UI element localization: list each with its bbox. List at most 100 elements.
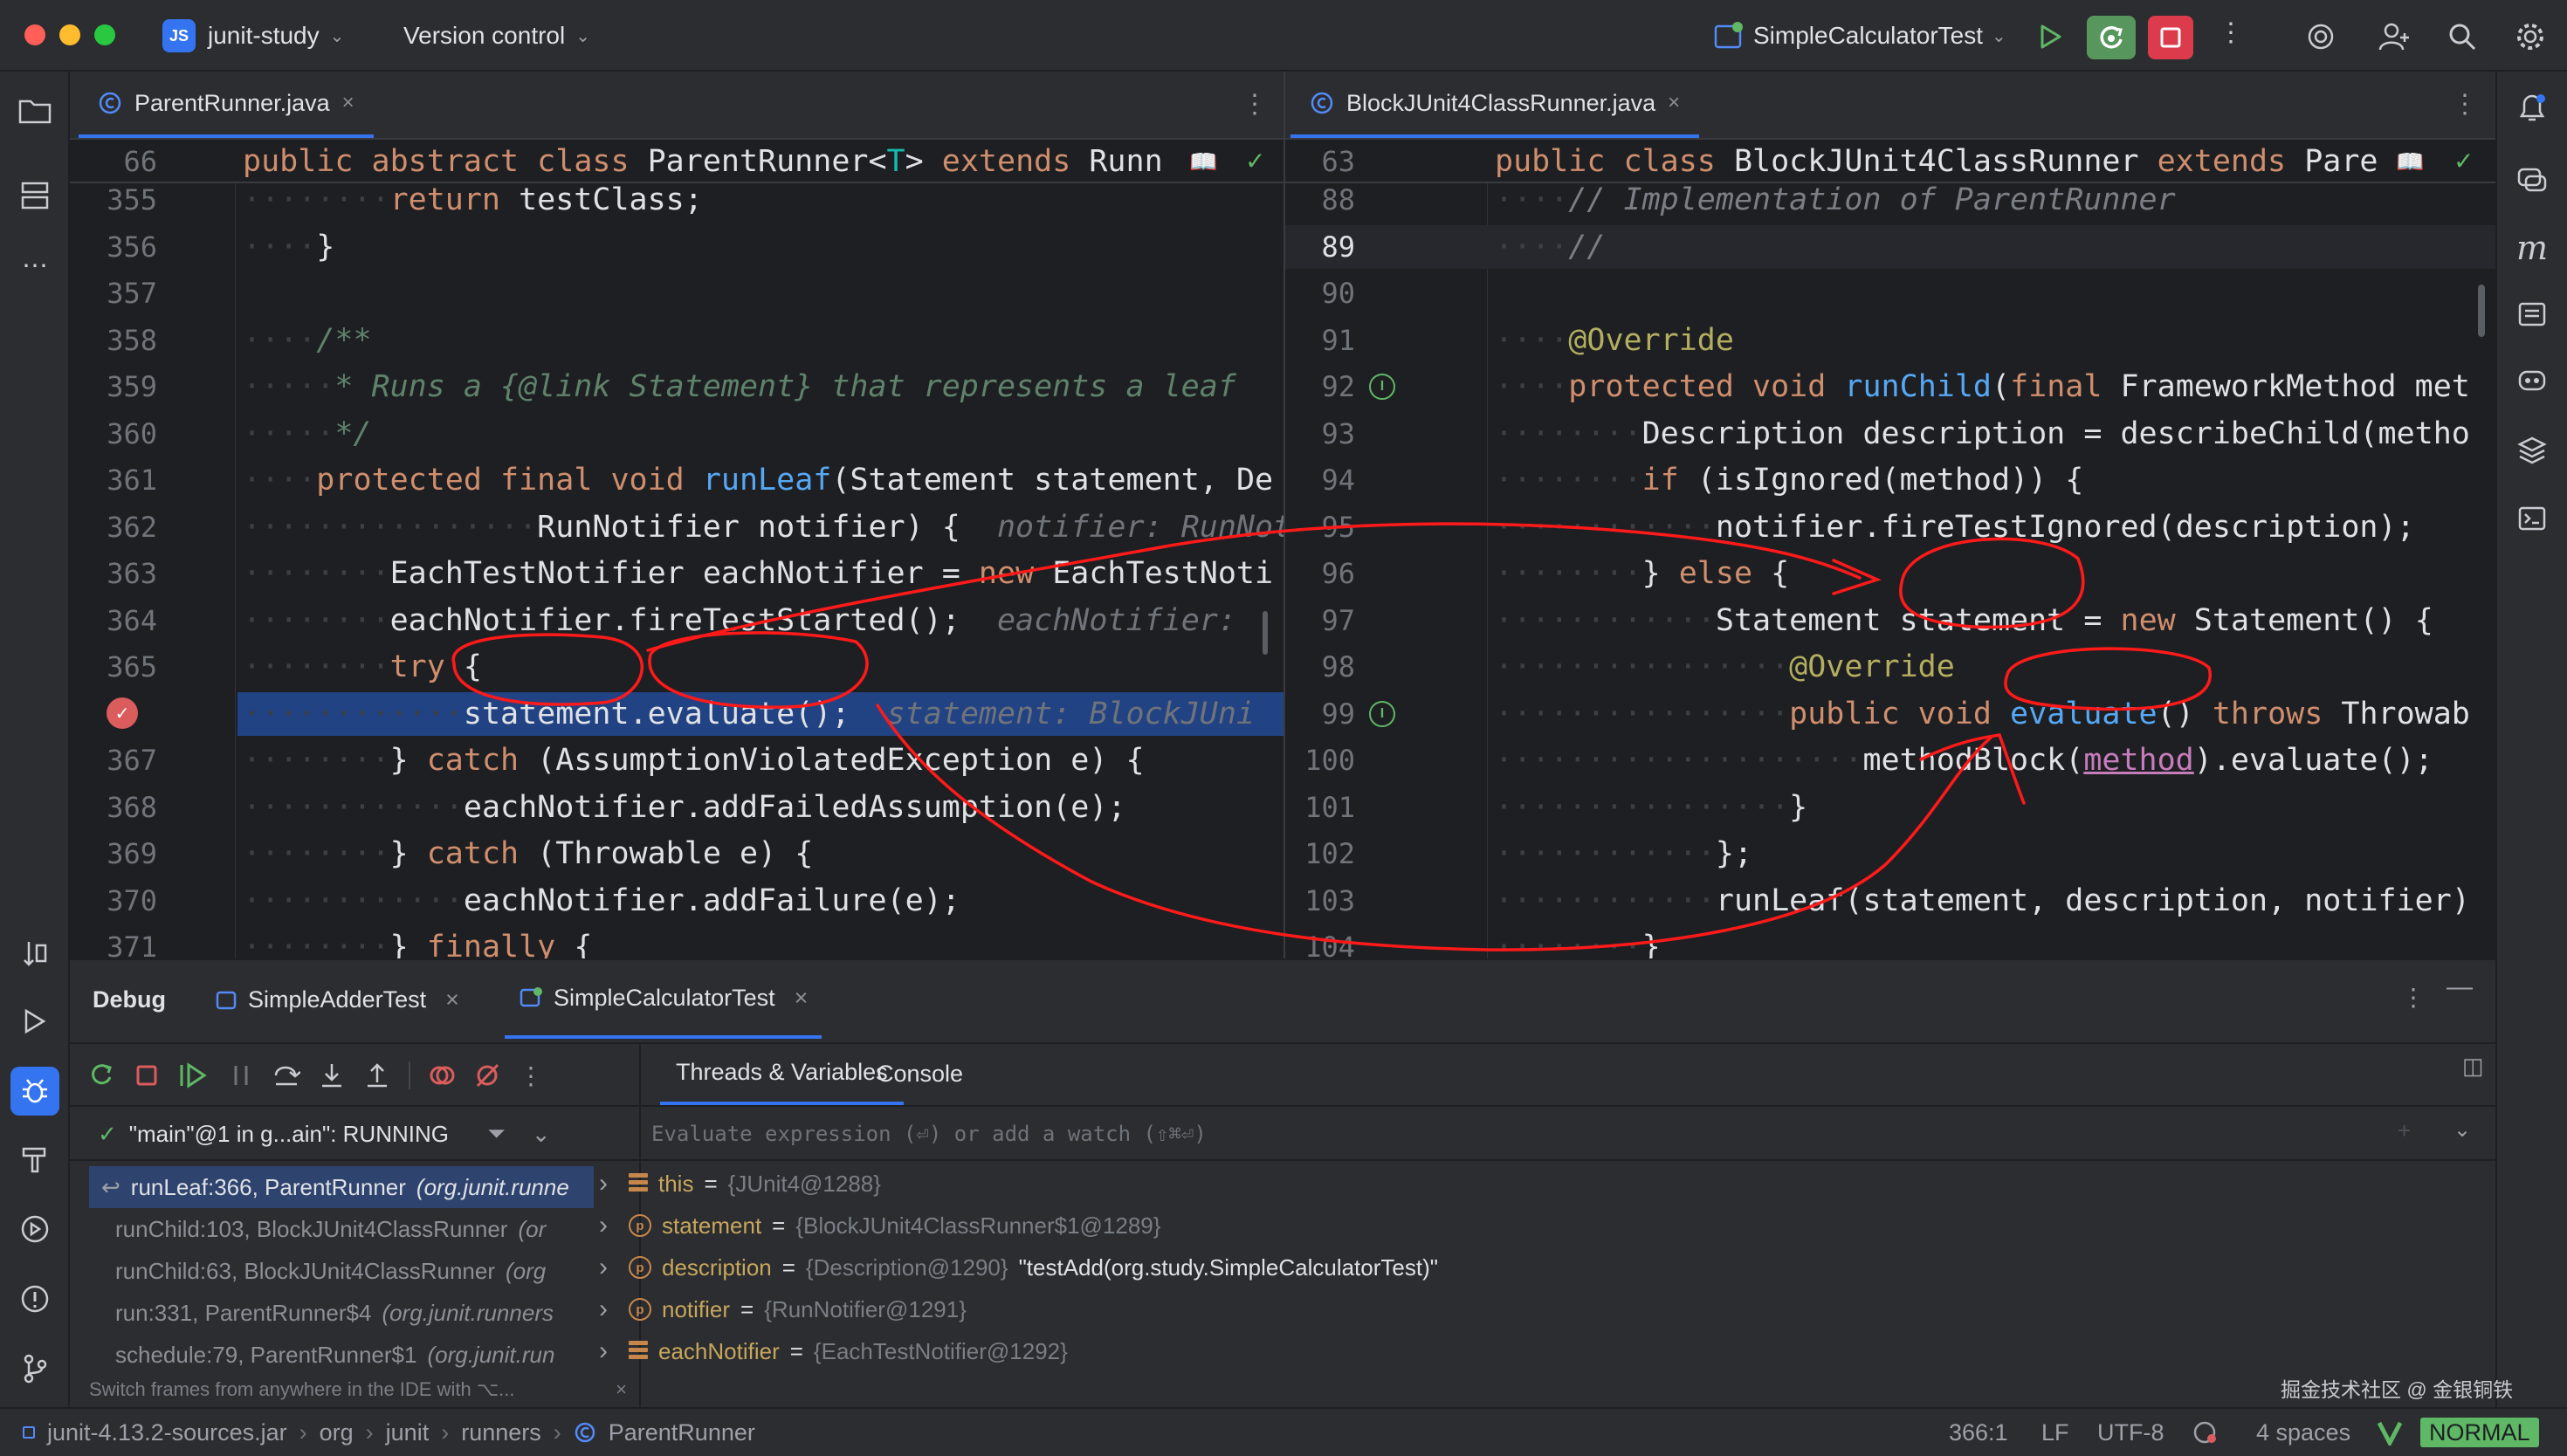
services-icon[interactable] (14, 1208, 56, 1250)
reader-mode-book-icon[interactable]: 📖 (1189, 148, 1217, 175)
step-over-icon[interactable] (272, 1061, 300, 1089)
stack-frame[interactable]: ↩ runLeaf:366, ParentRunner (org.junit.run… (89, 1166, 594, 1208)
stack-frame[interactable]: runChild:103, BlockJUnit4ClassRunner (or (89, 1208, 594, 1250)
implements-method-icon[interactable]: I (1369, 374, 1395, 400)
structure-icon[interactable] (14, 175, 56, 216)
database-list-icon[interactable] (2511, 293, 2553, 335)
evaluate-expression-input[interactable]: Evaluate expression (⏎) or add a watch (… (651, 1114, 2485, 1154)
close-tab-icon[interactable]: × (1668, 91, 1680, 115)
step-into-icon[interactable] (318, 1061, 346, 1089)
search-icon[interactable] (2445, 19, 2480, 54)
copilot-icon[interactable] (2511, 360, 2553, 402)
reader-mode-book-icon[interactable]: 📖 (2396, 148, 2424, 175)
chevron-down-icon[interactable]: ⌄ (532, 1121, 551, 1148)
build-hammer-icon[interactable] (14, 1138, 56, 1180)
terminal-icon[interactable] (2511, 498, 2553, 539)
breakpoint-icon[interactable]: ✓ (107, 697, 138, 729)
session-tab-simpleaddertest[interactable]: SimpleAdderTest × (215, 960, 459, 1039)
minimize-panel-icon[interactable]: — (2447, 972, 2473, 1002)
filter-icon[interactable]: ⏷ (487, 1120, 506, 1148)
git-sync-icon[interactable] (2192, 1409, 2218, 1456)
vcs-selector[interactable]: Version control ⌄ (403, 0, 590, 72)
ai-assistant-icon[interactable] (2303, 19, 2338, 54)
variable-row[interactable]: › eachNotifier = {EachTestNotifier@1292} (599, 1330, 1068, 1372)
vim-mode-badge[interactable]: NORMAL (2420, 1418, 2539, 1447)
scrollbar-thumb[interactable] (2478, 285, 2485, 337)
view-breakpoints-icon[interactable] (428, 1061, 456, 1089)
tab-parentrunner[interactable]: ParentRunner.java × (79, 72, 374, 138)
notifications-bell-icon[interactable] (2511, 87, 2553, 129)
project-folder-icon[interactable] (14, 89, 56, 131)
sticky-header[interactable]: 66 public abstract class ParentRunner< T >… (70, 140, 1284, 183)
mute-breakpoints-icon[interactable] (473, 1061, 501, 1089)
close-tab-icon[interactable]: × (445, 986, 459, 1013)
more-icon[interactable]: ⋮ (519, 1061, 543, 1090)
breadcrumb-item[interactable]: org (320, 1419, 354, 1446)
debug-bug-icon[interactable] (10, 1067, 59, 1116)
variable-row[interactable]: › this = {JUnit4@1288} (599, 1163, 881, 1205)
tab-console[interactable]: Console (861, 1042, 979, 1105)
breadcrumb-item[interactable]: junit (386, 1419, 430, 1446)
stop-icon[interactable] (133, 1061, 161, 1089)
minimize-window-button[interactable] (59, 24, 80, 45)
stack-frame[interactable]: runChild:63, BlockJUnit4ClassRunner (org (89, 1250, 594, 1292)
maximize-window-button[interactable] (94, 24, 115, 45)
layout-icon[interactable]: ◫ (2462, 1053, 2484, 1080)
commit-icon[interactable] (14, 932, 56, 974)
more-icon[interactable]: ⋮ (2401, 983, 2426, 1012)
project-selector[interactable]: junit-study ⌄ (208, 0, 344, 72)
implements-method-icon[interactable]: I (1369, 701, 1395, 727)
close-tab-icon[interactable]: × (342, 91, 354, 115)
expand-chevron-icon[interactable]: › (599, 1295, 618, 1324)
right-code-editor[interactable]: 88 ····// Implementation of ParentRunner 8… (1285, 140, 2495, 958)
run-icon[interactable] (2033, 19, 2068, 54)
thread-selector[interactable]: ✓ "main"@1 in g...ain": RUNNING ⏷ ⌄ (89, 1110, 639, 1157)
git-branch-icon[interactable] (14, 1348, 56, 1390)
stop-icon[interactable] (2148, 16, 2193, 59)
line-separator[interactable]: LF (2041, 1409, 2069, 1456)
breadcrumb-item[interactable]: junit-4.13.2-sources.jar (47, 1419, 287, 1446)
breadcrumb-item[interactable]: runners (461, 1419, 541, 1446)
tab-blockjunit4classrunner[interactable]: BlockJUnit4ClassRunner.java × (1290, 72, 1700, 138)
stack-frame[interactable]: run:331, ParentRunner$4 (org.junit.runner… (89, 1292, 594, 1334)
expand-chevron-icon[interactable]: › (599, 1253, 618, 1282)
more-tools-icon[interactable]: ⋯ (14, 244, 56, 286)
scrollbar-thumb[interactable] (1263, 611, 1268, 655)
step-out-icon[interactable] (363, 1061, 391, 1089)
rerun-debug-icon[interactable] (2087, 16, 2136, 59)
close-window-button[interactable] (24, 24, 45, 45)
variable-row[interactable]: › p description = {Description@1290} "testAdd… (599, 1247, 1438, 1288)
run-tool-icon[interactable] (14, 1000, 56, 1042)
no-problems-check-icon[interactable]: ✓ (1245, 147, 1265, 175)
more-icon[interactable]: ⋮ (2452, 89, 2478, 120)
close-tab-icon[interactable]: × (795, 985, 809, 1012)
vim-icon[interactable] (2377, 1409, 2403, 1456)
expand-chevron-icon[interactable]: › (599, 1336, 618, 1366)
add-watch-icon[interactable]: + (2398, 1117, 2411, 1144)
resume-icon[interactable] (178, 1061, 210, 1089)
sticky-header[interactable]: 63 public class BlockJUnit4ClassRunner e… (1285, 140, 2495, 183)
add-user-icon[interactable] (2375, 17, 2413, 56)
ai-chat-icon[interactable] (2511, 159, 2553, 201)
layers-icon[interactable] (2511, 429, 2553, 471)
indent-setting[interactable]: 4 spaces (2256, 1409, 2350, 1456)
rerun-icon[interactable] (87, 1061, 115, 1089)
file-encoding[interactable]: UTF-8 (2097, 1409, 2164, 1456)
variable-row[interactable]: › p notifier = {RunNotifier@1291} (599, 1288, 967, 1330)
settings-gear-icon[interactable] (2511, 17, 2550, 56)
pause-icon[interactable] (227, 1061, 255, 1089)
caret-position[interactable]: 366:1 (1949, 1409, 2008, 1456)
left-code-editor[interactable]: 355 ········ return testClass; 356 ····} 357 3… (70, 140, 1284, 958)
variable-row[interactable]: › p statement = {BlockJUnit4ClassRunner$1@12… (599, 1205, 1160, 1247)
session-tab-simplecalculatortest[interactable]: SimpleCalculatorTest × (505, 960, 822, 1039)
more-icon[interactable]: ⋮ (2218, 17, 2244, 48)
expand-chevron-icon[interactable]: › (599, 1211, 618, 1240)
stack-frame[interactable]: schedule:79, ParentRunner$1 (org.junit.ru… (89, 1334, 594, 1376)
more-icon[interactable]: ⋮ (1242, 89, 1268, 120)
chevron-down-icon[interactable]: ⌄ (2453, 1117, 2471, 1143)
maven-icon[interactable]: m (2511, 227, 2553, 269)
no-problems-check-icon[interactable]: ✓ (2453, 147, 2474, 175)
run-config-selector[interactable]: SimpleCalculatorTest ⌄ (1713, 0, 2006, 72)
close-hint-icon[interactable]: × (616, 1378, 627, 1401)
breadcrumb-item[interactable]: ParentRunner (609, 1419, 755, 1446)
